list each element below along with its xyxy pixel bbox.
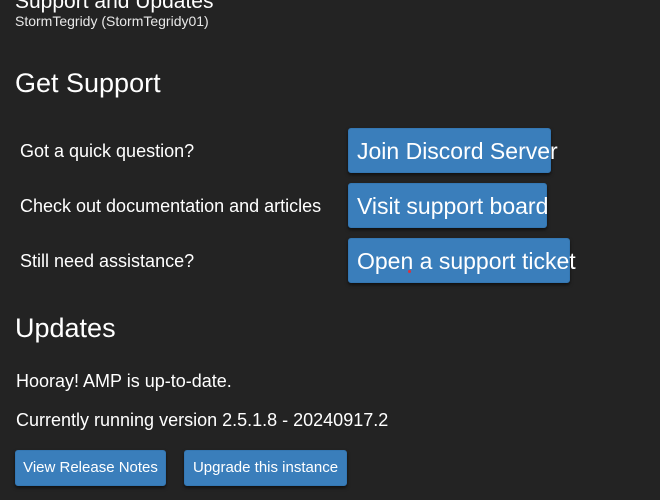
support-and-updates-page: Support and Updates StormTegridy (StormT… bbox=[0, 0, 660, 500]
view-release-notes-button[interactable]: View Release Notes bbox=[15, 450, 166, 486]
upgrade-instance-button[interactable]: Upgrade this instance bbox=[184, 450, 347, 486]
user-subtitle: StormTegridy (StormTegridy01) bbox=[15, 13, 209, 29]
join-discord-button[interactable]: Join Discord Server bbox=[348, 128, 558, 173]
support-row-ticket: Still need assistance? Open a support ti… bbox=[0, 238, 660, 284]
visit-support-board-button[interactable]: Visit support board bbox=[348, 183, 548, 228]
updates-heading: Updates bbox=[15, 313, 116, 343]
support-row-board: Check out documentation and articles Vis… bbox=[0, 183, 660, 229]
get-support-heading: Get Support bbox=[15, 68, 161, 98]
update-status-text: Hooray! AMP is up-to-date. bbox=[16, 371, 232, 391]
support-label-documentation: Check out documentation and articles bbox=[20, 196, 322, 216]
version-text: Currently running version 2.5.1.8 - 2024… bbox=[16, 410, 389, 430]
mouse-cursor-dot bbox=[408, 270, 411, 273]
support-label-quick-question: Got a quick question? bbox=[20, 141, 195, 161]
support-label-assistance: Still need assistance? bbox=[20, 251, 195, 271]
support-row-discord: Got a quick question? Join Discord Serve… bbox=[0, 128, 660, 174]
open-support-ticket-button[interactable]: Open a support ticket bbox=[348, 238, 576, 283]
